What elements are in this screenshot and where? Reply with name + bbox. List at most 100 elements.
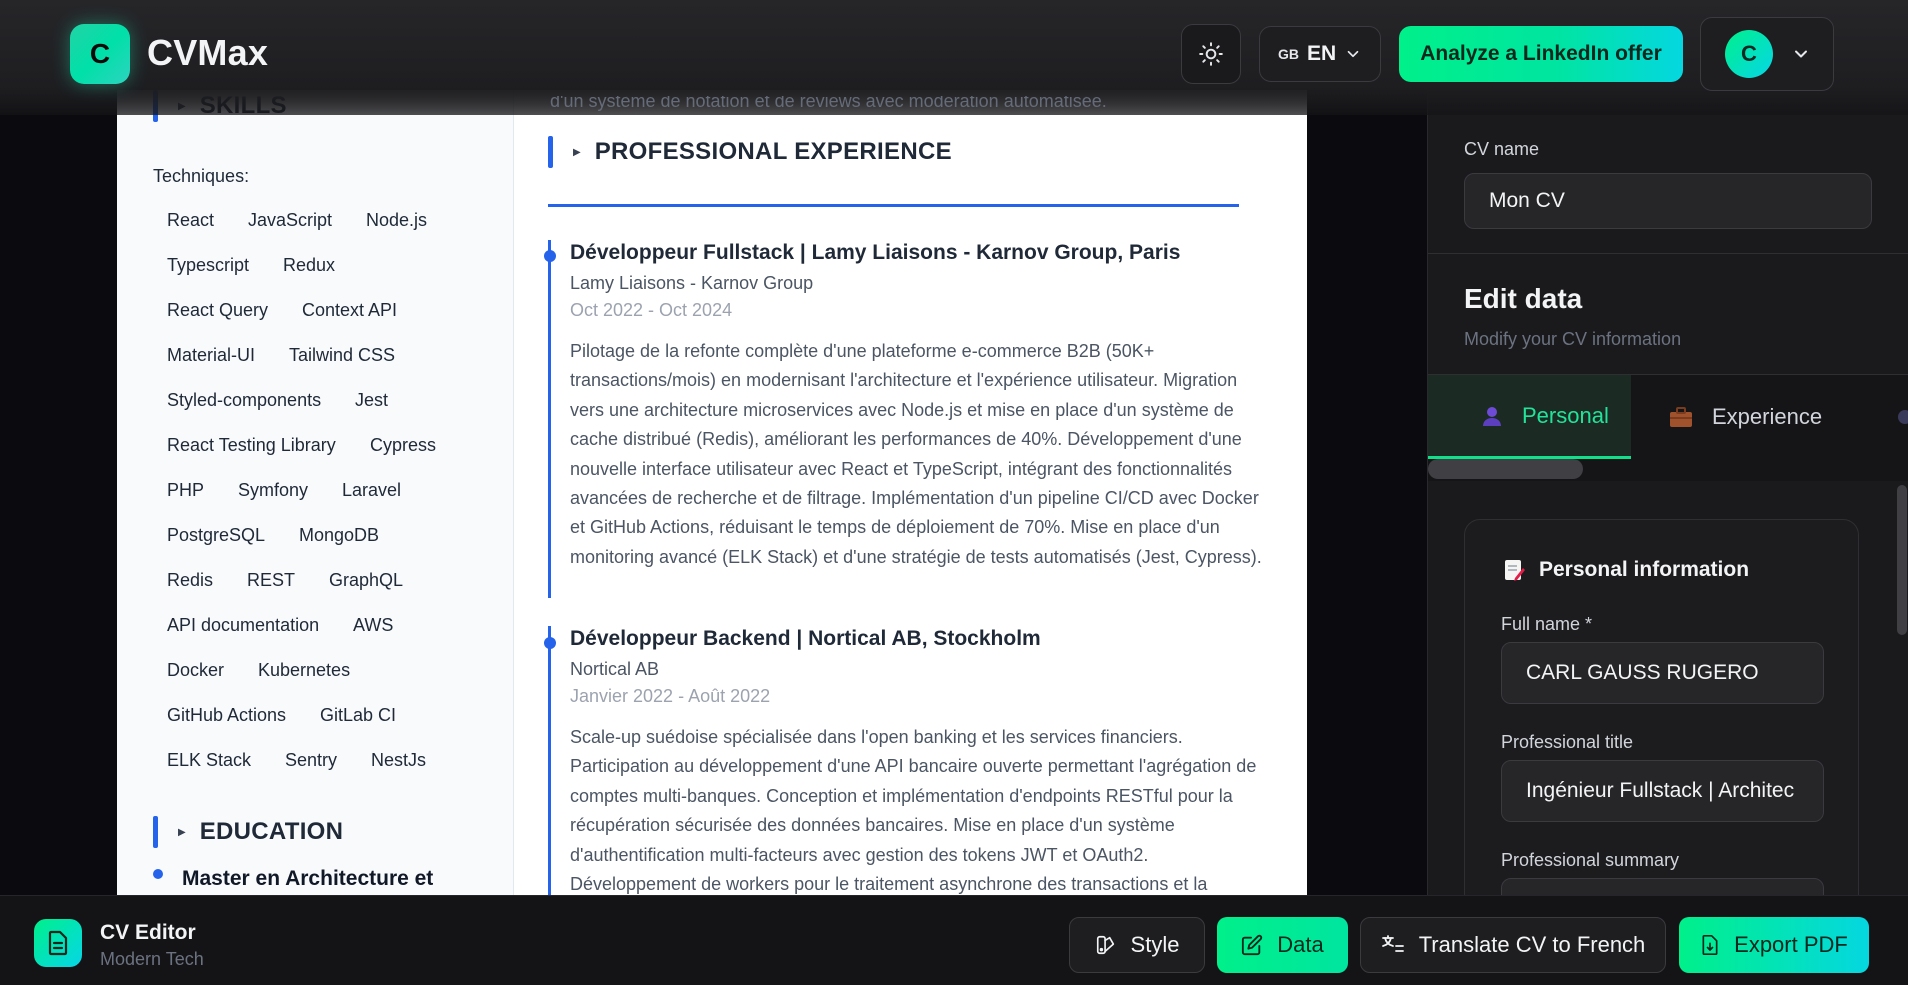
- app-logo[interactable]: C: [70, 24, 130, 84]
- app-header: d'un système de notation et de reviews a…: [0, 0, 1908, 115]
- section-underline: [548, 204, 1239, 207]
- edit-tabs: Personal Experience: [1428, 375, 1908, 459]
- skill-tag: Material-UI: [167, 345, 256, 365]
- cv-name-input[interactable]: [1464, 173, 1872, 229]
- skill-tag: Docker: [167, 660, 225, 680]
- bottom-toolbar: CV Editor Modern Tech Style Data Transla…: [0, 895, 1908, 985]
- skill-tag: REST: [247, 570, 296, 590]
- analyze-linkedin-button[interactable]: Analyze a LinkedIn offer: [1399, 26, 1683, 82]
- tab-label: Personal: [1522, 402, 1609, 428]
- experience-desc-2: Scale-up suédoise spécialisée dans l'ope…: [570, 727, 1257, 895]
- sun-icon: [1199, 42, 1223, 66]
- skill-tag: Node.js: [366, 210, 428, 230]
- style-button[interactable]: Style: [1069, 917, 1205, 973]
- tabs-scrollbar-thumb[interactable]: [1428, 459, 1583, 479]
- skill-tag: JavaScript: [248, 210, 333, 230]
- translate-icon: [1381, 935, 1404, 952]
- file-download-icon: [1702, 934, 1718, 955]
- skill-tag: API documentation: [167, 615, 320, 635]
- skill-tag: AWS: [353, 615, 394, 635]
- cv-preview: ▶ SKILLS Techniques: ReactJavaScriptNode…: [117, 90, 1307, 895]
- personal-info-card: Personal information Full name * Profess…: [1464, 519, 1859, 895]
- theme-toggle-button[interactable]: [1181, 24, 1241, 84]
- skill-tag: React Testing Library: [167, 435, 336, 455]
- professional-summary-textarea[interactable]: [1501, 878, 1824, 895]
- education-item-title: Master en Architecture et: [182, 867, 434, 890]
- tab-personal[interactable]: Personal: [1428, 375, 1631, 459]
- flag-icon: GB: [1278, 46, 1299, 62]
- avatar: C: [1725, 30, 1773, 78]
- edit-data-subtitle: Modify your CV information: [1464, 329, 1682, 349]
- caret-right-icon[interactable]: ▶: [178, 827, 186, 838]
- skill-tag: Context API: [302, 300, 398, 320]
- timeline-dot: [544, 637, 556, 649]
- skill-tag: Tailwind CSS: [289, 345, 396, 365]
- skill-tag: PHP: [167, 480, 205, 500]
- tab-experience[interactable]: Experience: [1668, 375, 1822, 459]
- skill-tag: Redux: [283, 255, 336, 275]
- translate-button[interactable]: Translate CV to French: [1360, 917, 1666, 973]
- timeline-rail: [548, 626, 551, 895]
- cv-name-label: CV name: [1464, 139, 1540, 159]
- skill-tag: ELK Stack: [167, 750, 252, 770]
- data-button[interactable]: Data: [1217, 917, 1348, 973]
- export-pdf-button[interactable]: Export PDF: [1679, 917, 1869, 973]
- memo-icon: [1505, 560, 1525, 581]
- briefcase-icon: [1670, 407, 1692, 427]
- tab-more-partial[interactable]: [1898, 375, 1908, 459]
- panel-scrollbar-thumb[interactable]: [1897, 485, 1907, 635]
- cv-cut-off-line: d'un système de notation et de reviews a…: [550, 96, 1107, 111]
- chevron-down-icon: [1795, 50, 1807, 58]
- user-menu-button[interactable]: C: [1700, 17, 1834, 91]
- experience-title-2: Développeur Backend | Nortical AB, Stock…: [570, 627, 1041, 650]
- experience-company-1: Lamy Liaisons - Karnov Group: [570, 273, 814, 293]
- section-bar: [153, 816, 158, 848]
- experience-dates-2: Janvier 2022 - Août 2022: [570, 686, 771, 706]
- skill-tag: Laravel: [342, 480, 402, 500]
- experience-title-1: Développeur Fullstack | Lamy Liaisons - …: [570, 241, 1181, 264]
- full-name-input[interactable]: [1501, 642, 1824, 704]
- app-name[interactable]: CVMax: [147, 32, 268, 74]
- person-icon: [1483, 406, 1501, 426]
- skill-tag: GitHub Actions: [167, 705, 287, 725]
- language-select[interactable]: GB EN: [1259, 26, 1381, 82]
- skill-tag: Styled-components: [167, 390, 322, 410]
- chevron-down-icon: [1347, 50, 1359, 58]
- caret-right-icon[interactable]: ▶: [573, 147, 581, 158]
- tab-label: Experience: [1712, 404, 1823, 429]
- data-button-label: Data: [1277, 932, 1324, 957]
- professional-title-label: Professional title: [1501, 732, 1634, 752]
- professional-summary-label: Professional summary: [1501, 850, 1680, 870]
- skill-tag: NestJs: [371, 750, 427, 770]
- full-name-label: Full name *: [1501, 614, 1593, 634]
- skills-category-label: Techniques:: [153, 166, 250, 186]
- edit-panel: CV name Edit data Modify your CV informa…: [1427, 115, 1908, 895]
- experience-desc-1: Pilotage de la refonte complète d'une pl…: [570, 341, 1262, 567]
- style-button-label: Style: [1130, 932, 1180, 957]
- palette-icon: [1096, 935, 1114, 955]
- education-section-header: ▶ EDUCATION: [153, 816, 343, 848]
- cv-sidebar: ▶ SKILLS Techniques: ReactJavaScriptNode…: [117, 90, 514, 895]
- experience-company-2: Nortical AB: [570, 659, 660, 679]
- skill-tag: React: [167, 210, 215, 230]
- skill-tag: GitLab CI: [320, 705, 397, 725]
- skill-tag: Symfony: [238, 480, 309, 500]
- skill-tag: Kubernetes: [258, 660, 351, 680]
- skill-tag: MongoDB: [299, 525, 380, 545]
- export-pdf-label: Export PDF: [1734, 932, 1848, 957]
- skill-tag: Cypress: [370, 435, 437, 455]
- translate-button-label: Translate CV to French: [1418, 932, 1646, 957]
- language-code: EN: [1307, 42, 1337, 65]
- experience-title: PROFESSIONAL EXPERIENCE: [594, 138, 952, 165]
- timeline-dot: [544, 250, 556, 262]
- card-header: Personal information: [1503, 558, 1749, 582]
- experience-dates-1: Oct 2022 - Oct 2024: [570, 300, 733, 320]
- timeline-dot: [153, 869, 163, 879]
- professional-title-input[interactable]: [1501, 760, 1824, 822]
- skill-tag: GraphQL: [329, 570, 404, 590]
- editor-template-name: Modern Tech: [100, 949, 204, 969]
- skill-tag: Typescript: [167, 255, 250, 275]
- timeline-rail: [548, 240, 551, 598]
- skill-tag: Sentry: [285, 750, 338, 770]
- document-icon: [34, 919, 82, 967]
